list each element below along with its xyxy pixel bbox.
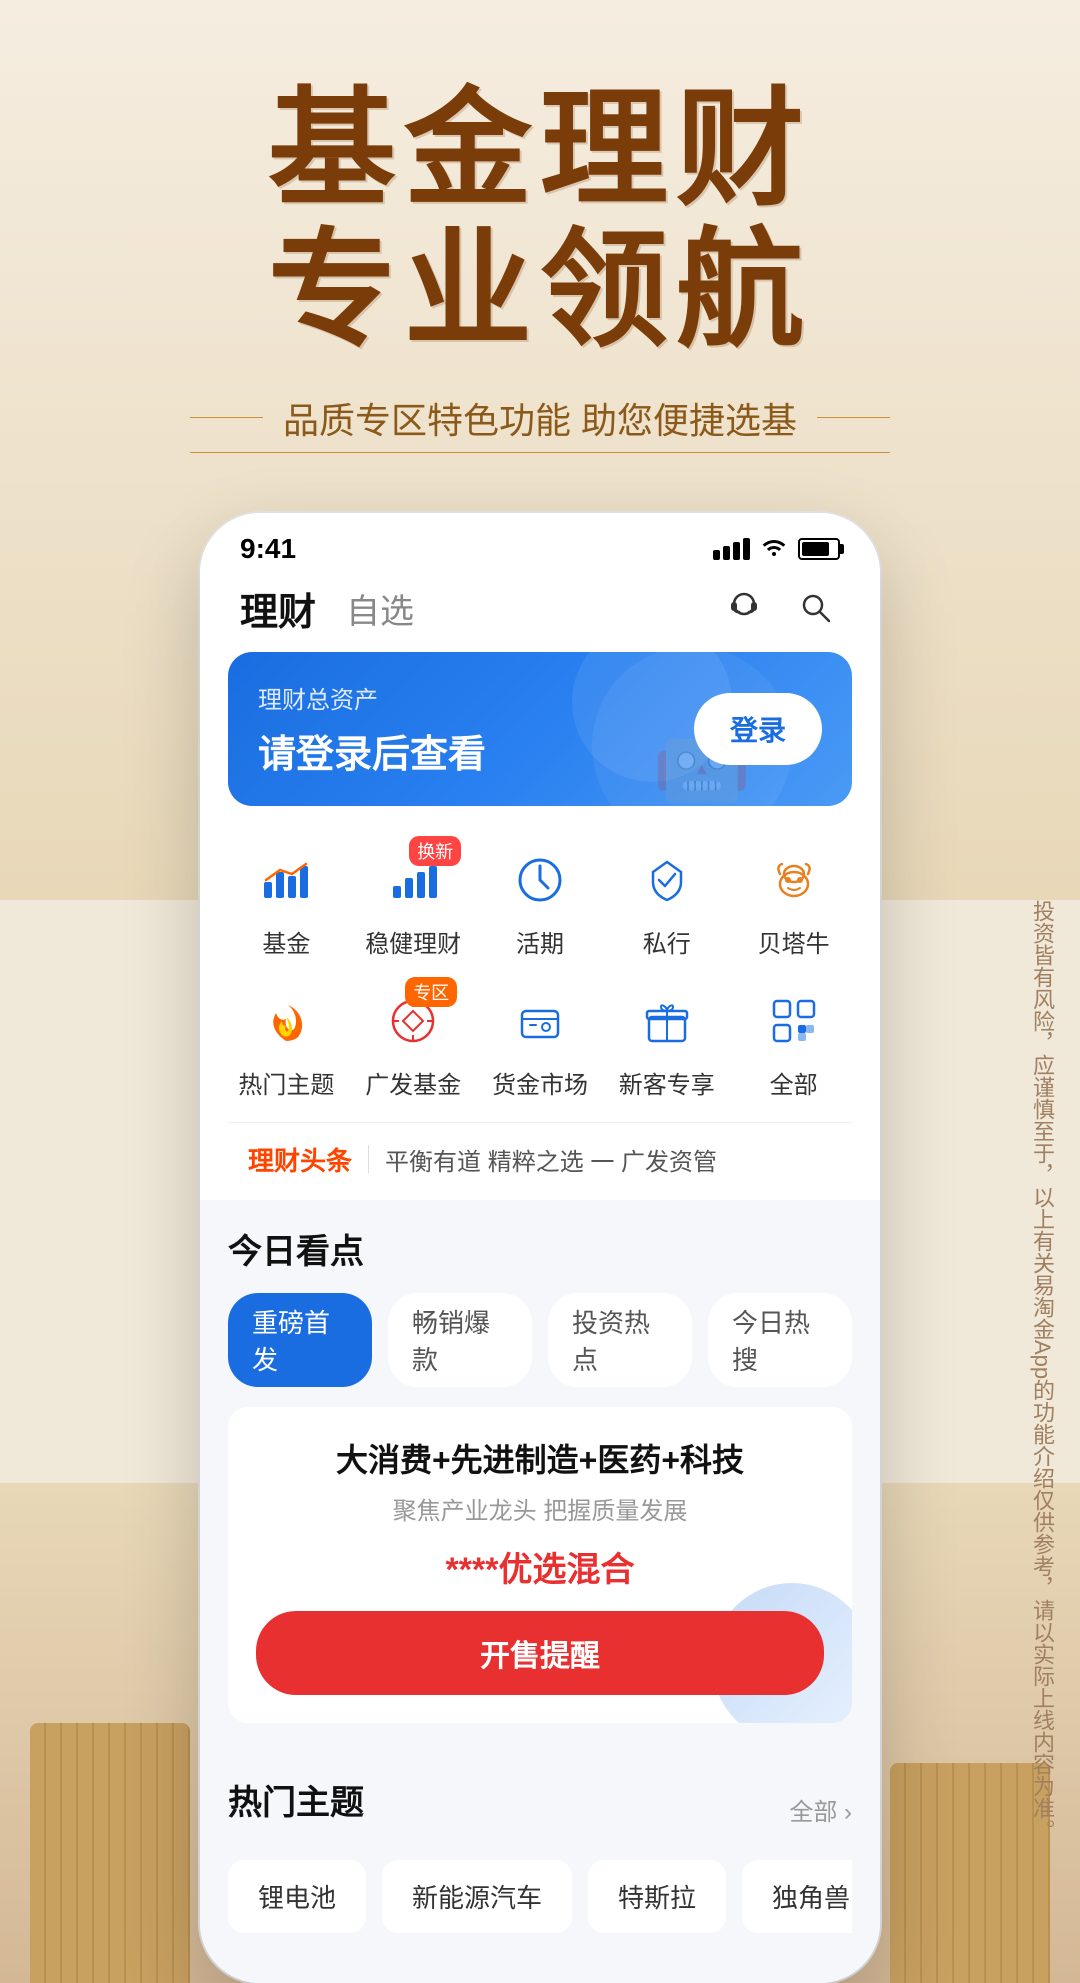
tab-finance[interactable]: 理财: [240, 581, 316, 636]
private-icon-box: [631, 844, 703, 916]
bull-icon-box: [758, 844, 830, 916]
fund-icon-box: [250, 844, 322, 916]
new-customer-label: 新客专享: [619, 1065, 715, 1100]
status-bar: 9:41: [200, 513, 880, 565]
fund-card: 大消费+先进制造+医药+科技 聚焦产业龙头 把握质量发展 ****优选混合 开售…: [228, 1407, 852, 1723]
icon-all[interactable]: 全部: [735, 977, 852, 1108]
tab-watchlist[interactable]: 自选: [346, 584, 414, 633]
hero-title: 基金理财 专业领航: [0, 80, 1080, 362]
search-icon[interactable]: [792, 584, 840, 632]
battery-icon: [798, 538, 840, 560]
news-brand: 理财头条: [248, 1141, 352, 1178]
banner-label: 理财总资产: [258, 680, 486, 715]
fund-card-title: 大消费+先进制造+医药+科技: [256, 1435, 824, 1481]
icon-grid: 基金 换新 稳健理财: [200, 826, 880, 1118]
hero-section: 基金理财 专业领航 品质专区特色功能 助您便捷选基: [0, 0, 1080, 453]
hot-themes-header: 热门主题 全部 ›: [228, 1775, 852, 1844]
today-title: 今日看点: [228, 1224, 852, 1273]
wifi-icon: [760, 534, 788, 563]
hot-themes-title: 热门主题: [228, 1775, 364, 1824]
news-text: 平衡有道 精粹之选 一 广发资管: [385, 1142, 717, 1177]
gf-badge: 专区: [405, 977, 457, 1007]
all-icon-box: [758, 985, 830, 1057]
today-section: 今日看点 重磅首发 畅销爆款 投资热点 今日热搜 大消费+先进制造+医药+科技 …: [200, 1200, 880, 1755]
status-time: 9:41: [240, 533, 296, 565]
news-ticker[interactable]: 理财头条 平衡有道 精粹之选 一 广发资管: [228, 1122, 852, 1196]
phone-wrapper: 9:41 理财: [0, 513, 1080, 1983]
private-label: 私行: [643, 924, 691, 959]
theme-tag-unicorn[interactable]: 独角兽: [742, 1860, 852, 1933]
money-label: 货金市场: [492, 1065, 588, 1100]
filter-tab-hot-invest[interactable]: 投资热点: [548, 1293, 692, 1387]
hot-themes-section: 热门主题 全部 › 锂电池 新能源汽车 特斯拉 独角兽: [200, 1755, 880, 1953]
current-icon-box: [504, 844, 576, 916]
money-icon-box: [504, 985, 576, 1057]
fund-label: 基金: [262, 924, 310, 959]
fund-card-subtitle: 聚焦产业龙头 把握质量发展: [256, 1491, 824, 1526]
nav-actions: [720, 584, 840, 632]
theme-tags: 锂电池 新能源汽车 特斯拉 独角兽: [228, 1860, 852, 1933]
icon-gf-fund[interactable]: 专区 广发基金: [355, 977, 472, 1108]
signal-icon: [713, 538, 750, 560]
nav-tabs: 理财 自选: [240, 581, 414, 636]
stable-label: 稳健理财: [365, 924, 461, 959]
all-label: 全部: [770, 1065, 818, 1100]
hot-themes-more[interactable]: 全部 ›: [789, 1792, 852, 1827]
current-label: 活期: [516, 924, 564, 959]
stable-badge: 换新: [409, 836, 461, 866]
filter-tab-trending[interactable]: 今日热搜: [708, 1293, 852, 1387]
hero-subtitle: 品质专区特色功能 助您便捷选基: [263, 392, 817, 444]
filter-tabs: 重磅首发 畅销爆款 投资热点 今日热搜: [228, 1293, 852, 1387]
headset-icon[interactable]: [720, 584, 768, 632]
filter-tab-featured[interactable]: 重磅首发: [228, 1293, 372, 1387]
icon-hot-themes[interactable]: 热门主题: [228, 977, 345, 1108]
icon-new-customer[interactable]: 新客专享: [608, 977, 725, 1108]
stable-icon-box: 换新: [377, 844, 449, 916]
hot-icon-box: [250, 985, 322, 1057]
banner-text-area: 理财总资产 请登录后查看: [258, 680, 486, 778]
nav-bar: 理财 自选: [200, 565, 880, 652]
icon-current[interactable]: 活期: [482, 836, 599, 967]
login-button[interactable]: 登录: [694, 693, 822, 765]
blue-banner: 理财总资产 请登录后查看 🤖 登录: [228, 652, 852, 806]
banner-main-text: 请登录后查看: [258, 723, 486, 778]
phone-mockup: 9:41 理财: [200, 513, 880, 1983]
fund-card-name: ****优选混合: [256, 1542, 824, 1591]
icon-bull[interactable]: 贝塔牛: [735, 836, 852, 967]
hero-subtitle-container: 品质专区特色功能 助您便捷选基: [190, 392, 890, 444]
theme-tag-lithium[interactable]: 锂电池: [228, 1860, 366, 1933]
icon-fund[interactable]: 基金: [228, 836, 345, 967]
gift-icon-box: [631, 985, 703, 1057]
gf-label: 广发基金: [365, 1065, 461, 1100]
filter-tab-bestseller[interactable]: 畅销爆款: [388, 1293, 532, 1387]
remind-button[interactable]: 开售提醒: [256, 1611, 824, 1695]
icon-private[interactable]: 私行: [608, 836, 725, 967]
theme-tag-ev[interactable]: 新能源汽车: [382, 1860, 572, 1933]
theme-tag-tesla[interactable]: 特斯拉: [588, 1860, 726, 1933]
icon-money-market[interactable]: 货金市场: [482, 977, 599, 1108]
icon-stable[interactable]: 换新 稳健理财: [355, 836, 472, 967]
bull-label: 贝塔牛: [758, 924, 830, 959]
status-icons: [713, 534, 840, 563]
gf-icon-box: 专区: [377, 985, 449, 1057]
hero-bottom-line: [190, 452, 890, 453]
news-divider: [368, 1145, 369, 1173]
hot-label: 热门主题: [238, 1065, 334, 1100]
